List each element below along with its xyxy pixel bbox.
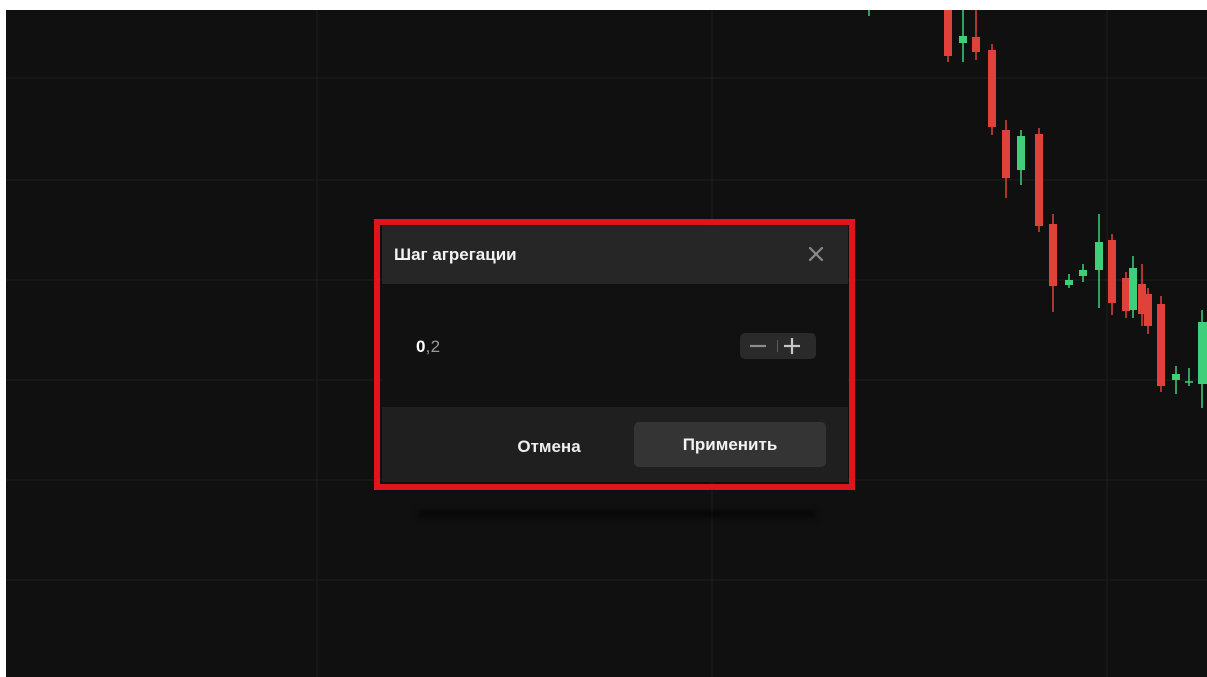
dialog-body: 0,2 — [382, 284, 848, 407]
close-icon[interactable] — [806, 244, 826, 264]
bearish-candles — [944, 10, 1165, 392]
value-stepper — [740, 333, 816, 359]
dialog-title: Шаг агрегации — [394, 245, 517, 264]
apply-button[interactable]: Применить — [634, 422, 826, 467]
cancel-button[interactable]: Отмена — [494, 432, 604, 462]
dialog-shadow — [418, 510, 816, 518]
dialog-header: Шаг агрегации — [382, 226, 848, 284]
plus-icon[interactable] — [778, 333, 814, 359]
minus-icon[interactable] — [742, 333, 778, 359]
aggregation-step-dialog: Шаг агрегации 0,2 Отмена Применить — [382, 226, 848, 482]
chart-area[interactable]: Шаг агрегации 0,2 Отмена Применить — [6, 10, 1207, 677]
aggregation-step-input[interactable]: 0,2 — [416, 337, 440, 357]
value-fraction: ,2 — [425, 337, 441, 356]
value-integer: 0 — [416, 337, 426, 356]
dialog-footer: Отмена Применить — [382, 407, 848, 482]
